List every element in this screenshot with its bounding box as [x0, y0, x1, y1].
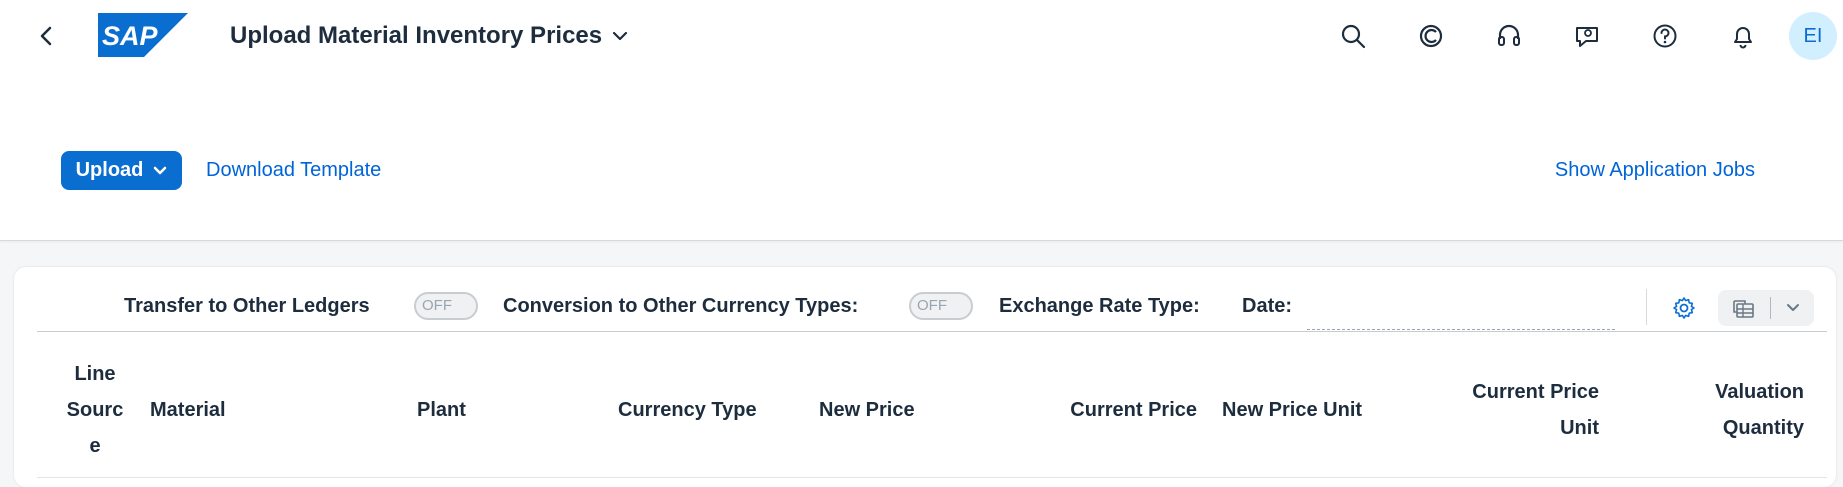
- switch-state: OFF: [917, 297, 947, 314]
- date-input[interactable]: [1307, 303, 1615, 330]
- column-header-valuation-quantity[interactable]: Valuation Quantity: [1634, 374, 1804, 446]
- user-avatar[interactable]: EI: [1789, 12, 1837, 60]
- column-header-material[interactable]: Material: [150, 392, 226, 428]
- conversion-currency-label: Conversion to Other Currency Types:: [503, 295, 859, 317]
- export-spreadsheet-icon: [1733, 300, 1754, 318]
- exchange-rate-type-label: Exchange Rate Type:: [999, 295, 1200, 317]
- column-header-line-source[interactable]: Line Sourc e: [65, 356, 125, 464]
- table-card: Transfer to Other Ledgers OFF Conversion…: [14, 267, 1836, 487]
- notifications-button[interactable]: [1717, 10, 1769, 62]
- search-button[interactable]: [1327, 10, 1379, 62]
- table-toolbar: Transfer to Other Ledgers OFF Conversion…: [37, 281, 1827, 332]
- column-header-new-price[interactable]: New Price: [819, 392, 915, 428]
- app-title-menu[interactable]: Upload Material Inventory Prices: [230, 20, 628, 52]
- svg-text:SAP: SAP: [102, 21, 159, 51]
- chevron-down-icon: [613, 31, 628, 41]
- column-header-currency-type[interactable]: Currency Type: [618, 392, 757, 428]
- headset-icon: [1498, 24, 1520, 46]
- back-icon: [40, 26, 52, 46]
- notification-icon: [1734, 27, 1752, 49]
- sap-logo[interactable]: SAP: [98, 13, 188, 57]
- feedback-icon: [1576, 27, 1598, 47]
- column-header-plant[interactable]: Plant: [417, 392, 466, 428]
- conversion-currency-switch[interactable]: OFF: [909, 292, 973, 320]
- search-icon: [1341, 24, 1366, 49]
- export-split-button: [1718, 290, 1814, 326]
- table-settings-button[interactable]: [1666, 290, 1702, 326]
- upload-button[interactable]: Upload: [61, 151, 182, 190]
- gear-icon: [1673, 297, 1695, 319]
- joule-button[interactable]: [1405, 10, 1457, 62]
- show-application-jobs-link[interactable]: Show Application Jobs: [1555, 159, 1755, 182]
- support-button[interactable]: [1483, 10, 1535, 62]
- toolbar-separator: [1646, 289, 1647, 325]
- date-label: Date:: [1242, 295, 1293, 317]
- avatar-initials: EI: [1803, 24, 1823, 47]
- switch-state: OFF: [422, 297, 452, 314]
- transfer-ledgers-switch[interactable]: OFF: [414, 292, 478, 320]
- column-header-current-price-unit[interactable]: Current Price Unit: [1414, 374, 1599, 446]
- export-button[interactable]: [1718, 290, 1770, 326]
- joule-icon: [1419, 24, 1443, 48]
- page-title: Upload Material Inventory Prices: [230, 22, 603, 49]
- column-header-current-price[interactable]: Current Price: [1014, 392, 1197, 428]
- download-template-link[interactable]: Download Template: [206, 159, 381, 182]
- shell-bar: SAP Upload Material Inventory Prices EI: [0, 0, 1843, 76]
- feedback-button[interactable]: [1561, 10, 1613, 62]
- chevron-down-icon: [154, 166, 167, 174]
- page-header: Upload Download Template Show Applicatio…: [0, 76, 1843, 241]
- column-header-new-price-unit[interactable]: New Price Unit: [1222, 392, 1362, 428]
- transfer-ledgers-label: Transfer to Other Ledgers: [124, 295, 370, 317]
- export-menu-button[interactable]: [1771, 290, 1814, 326]
- help-icon: [1653, 24, 1677, 48]
- chevron-down-icon: [1786, 304, 1799, 311]
- upload-button-label: Upload: [75, 159, 144, 181]
- back-button[interactable]: [30, 20, 62, 52]
- help-button[interactable]: [1639, 10, 1691, 62]
